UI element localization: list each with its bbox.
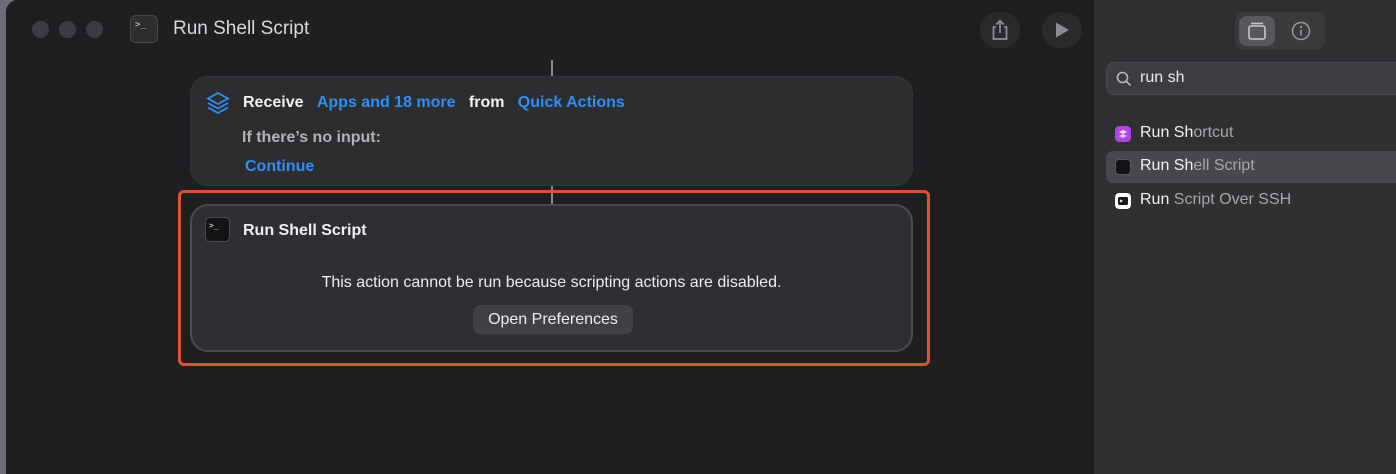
terminal-icon: >_ [205, 217, 230, 242]
search-icon [1116, 71, 1132, 87]
sidebar-segmented-control [1235, 12, 1325, 50]
receive-verb: Receive [243, 94, 304, 111]
ssh-terminal-icon [1115, 193, 1131, 209]
run-button[interactable] [1042, 12, 1082, 48]
share-icon [992, 19, 1008, 40]
from-label: from [468, 94, 505, 111]
layers-stack-icon [206, 91, 230, 115]
play-icon [1056, 22, 1069, 38]
minimize-window-button[interactable] [59, 21, 76, 38]
share-button[interactable] [980, 12, 1020, 48]
result-run-shortcut[interactable]: Run Shortcut [1106, 118, 1396, 150]
receive-action-card[interactable]: Receive Apps and 18 more from Quick Acti… [190, 76, 913, 186]
result-label: Run Shortcut [1140, 124, 1234, 141]
terminal-icon [1115, 159, 1131, 175]
editor-pane: >_ Run Shell Script Receive Apps and 18 … [6, 0, 1094, 474]
no-input-action-token[interactable]: Continue [245, 158, 314, 176]
search-input[interactable]: run sh [1140, 69, 1184, 87]
no-input-label: If there’s no input: [242, 129, 381, 146]
shortcuts-icon [1115, 126, 1131, 142]
connector-line [551, 60, 553, 76]
library-tab[interactable] [1239, 16, 1275, 46]
search-field[interactable]: run sh [1106, 62, 1396, 95]
info-icon [1291, 21, 1311, 41]
result-run-shell-script[interactable]: Run Shell Script [1106, 151, 1396, 183]
details-tab[interactable] [1283, 16, 1319, 46]
source-token[interactable]: Quick Actions [518, 94, 625, 111]
open-preferences-button[interactable]: Open Preferences [473, 305, 633, 334]
zoom-window-button[interactable] [86, 21, 103, 38]
action-library-sidebar: run sh Run Shortcut Run Shell Script Run… [1094, 0, 1396, 474]
shortcuts-window: >_ Run Shell Script Receive Apps and 18 … [6, 0, 1396, 474]
run-shell-script-card[interactable]: >_ Run Shell Script This action cannot b… [190, 204, 913, 352]
result-run-script-over-ssh[interactable]: Run Script Over SSH [1106, 185, 1396, 217]
window-title: Run Shell Script [173, 18, 310, 39]
terminal-icon: >_ [130, 15, 158, 43]
disabled-message: This action cannot be run because script… [321, 274, 782, 291]
library-icon [1248, 22, 1266, 40]
result-label: Run Shell Script [1140, 157, 1255, 174]
result-label: Run Script Over SSH [1140, 191, 1292, 208]
close-window-button[interactable] [32, 21, 49, 38]
receive-summary: Receive Apps and 18 more from Quick Acti… [243, 94, 625, 112]
action-title: Run Shell Script [243, 222, 367, 239]
input-types-token[interactable]: Apps and 18 more [317, 94, 456, 111]
